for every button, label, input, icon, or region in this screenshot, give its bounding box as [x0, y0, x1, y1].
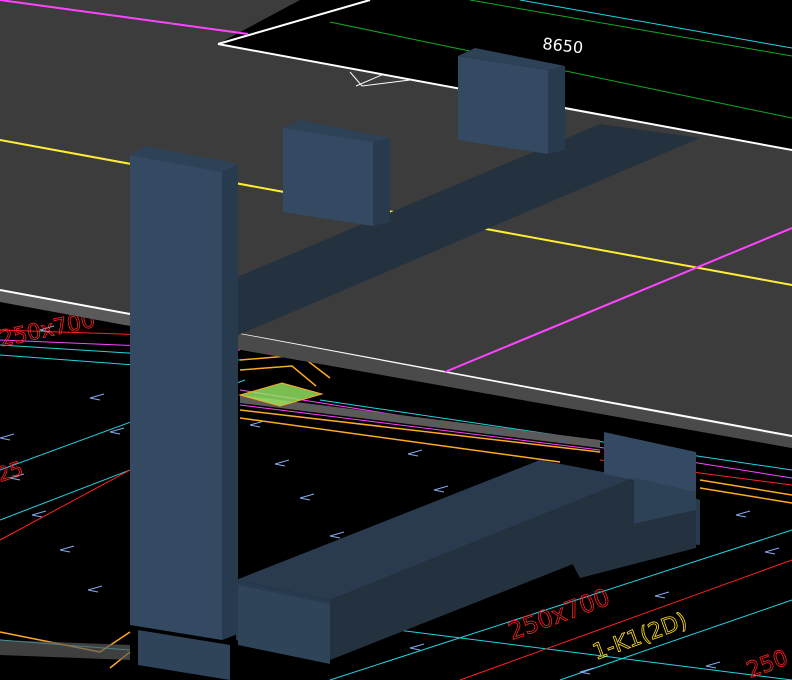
beam-stub-side [548, 66, 565, 154]
direction-mark [249, 420, 265, 428]
orange-wall [699, 479, 792, 496]
direction-mark [0, 433, 15, 441]
beam-label-bottom: 250x700 [504, 583, 613, 646]
direction-mark [409, 643, 425, 651]
column-side [222, 164, 238, 640]
cad-3d-viewport[interactable]: 250x700 25 250x700 1-K1(2D) 250 8650 [0, 0, 792, 680]
orange-wall [699, 487, 792, 504]
direction-mark [329, 531, 345, 539]
direction-mark [705, 661, 721, 669]
direction-mark [299, 493, 315, 501]
direction-mark [764, 547, 780, 555]
direction-mark [433, 485, 449, 493]
model-canvas[interactable]: 250x700 25 250x700 1-K1(2D) 250 8650 [0, 0, 792, 680]
beam-stub-front [283, 128, 373, 226]
beam-stub-right [458, 48, 565, 154]
beam-label-bottom-code: 1-K1(2D) [590, 608, 691, 665]
beam-label-left: 25 [0, 456, 26, 487]
orange-wall [239, 365, 317, 387]
column [130, 146, 238, 680]
direction-mark [274, 459, 290, 467]
beam-label-bottom-right: 250 [744, 646, 792, 680]
direction-mark [407, 449, 423, 457]
direction-mark [87, 585, 103, 593]
beam-stub-front [458, 56, 548, 154]
orange-wall [239, 409, 601, 453]
beam-stub-side [373, 138, 390, 226]
direction-mark [89, 393, 105, 401]
floor-strip [0, 640, 130, 660]
direction-mark [654, 591, 670, 599]
beam-stub-left [283, 120, 390, 226]
direction-mark [59, 545, 75, 553]
direction-mark [735, 510, 751, 518]
column-front [130, 155, 222, 640]
